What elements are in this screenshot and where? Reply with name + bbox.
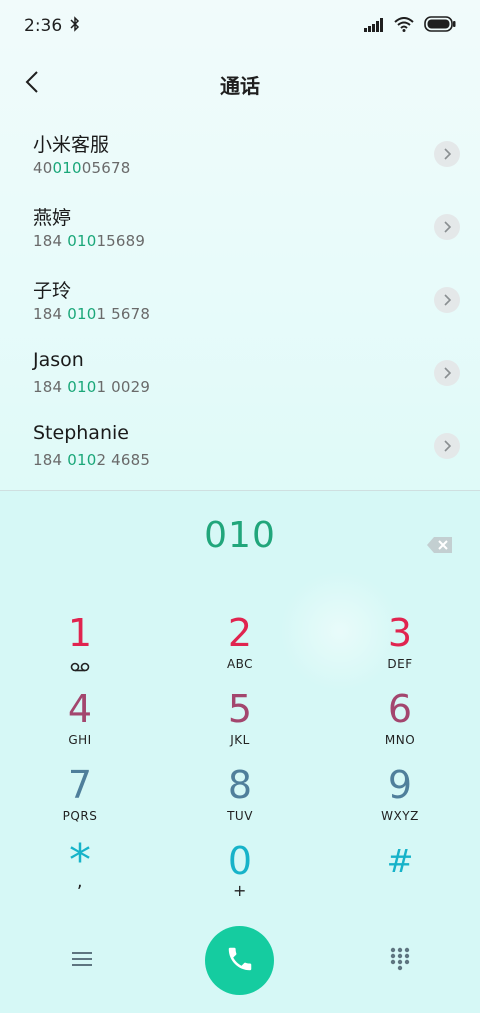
key-digit: 0 — [227, 839, 253, 883]
key-letters: JKL — [230, 733, 250, 747]
contact-number: 184 01015689 — [33, 232, 146, 250]
menu-icon — [72, 951, 92, 971]
key-letters: MNO — [384, 733, 416, 747]
key-digit: 9 — [387, 763, 413, 807]
key-letters: , — [76, 871, 84, 892]
contact-number: 184 0102 4685 — [33, 451, 151, 469]
key-digit: 5 — [227, 687, 253, 731]
contact-detail-button[interactable] — [434, 433, 460, 459]
key-letters: + — [233, 881, 247, 900]
key-4[interactable]: 4 GHI — [30, 687, 130, 757]
signal-icon — [364, 17, 384, 36]
contact-number: 184 0101 0029 — [33, 378, 151, 396]
key-star[interactable]: * , — [30, 839, 130, 909]
key-digit: 7 — [67, 763, 93, 807]
chevron-right-icon — [443, 291, 452, 310]
status-bar: 2:36 — [0, 0, 480, 52]
backspace-icon — [426, 537, 454, 559]
contact-row[interactable]: Jason 184 0101 0029 — [0, 337, 480, 410]
status-time: 2:36 — [24, 16, 63, 36]
key-hash[interactable]: # — [350, 839, 450, 909]
key-letters: PQRS — [62, 809, 98, 823]
contact-name: Jason — [33, 349, 84, 371]
voicemail-icon — [70, 657, 90, 676]
back-button[interactable] — [14, 66, 50, 102]
header: 通话 — [0, 56, 480, 112]
key-digit: 2 — [227, 611, 253, 655]
bluetooth-icon — [70, 15, 80, 37]
contact-suggestions: 小米客服 4001005678 燕婷 184 01015689 子玲 184 0… — [0, 118, 480, 490]
contact-name: 燕婷 — [33, 207, 72, 229]
dialpad: 010 1 2 ABC 3 DEF 4 GHI 5 JKL 6 MNO 7 PQ… — [0, 491, 480, 1013]
contact-row[interactable]: 燕婷 184 01015689 — [0, 191, 480, 264]
contact-row[interactable]: 小米客服 4001005678 — [0, 118, 480, 191]
key-digit: 8 — [227, 763, 253, 807]
menu-button[interactable] — [68, 947, 96, 975]
chevron-right-icon — [443, 437, 452, 456]
status-left: 2:36 — [24, 15, 80, 37]
contact-name: Stephanie — [33, 422, 129, 444]
contact-row[interactable]: 子玲 184 0101 5678 — [0, 264, 480, 337]
contact-number: 4001005678 — [33, 159, 131, 177]
contact-name: 子玲 — [33, 280, 72, 302]
key-9[interactable]: 9 WXYZ — [350, 763, 450, 833]
page-title: 通话 — [220, 73, 260, 98]
contact-name: 小米客服 — [33, 134, 110, 156]
contact-row[interactable]: Stephanie 184 0102 4685 — [0, 410, 480, 483]
key-7[interactable]: 7 PQRS — [30, 763, 130, 833]
chevron-right-icon — [443, 145, 452, 164]
keypad-toggle-button[interactable] — [386, 947, 414, 975]
key-digit: 3 — [387, 611, 413, 655]
contact-detail-button[interactable] — [434, 360, 460, 386]
chevron-left-icon — [24, 70, 40, 98]
key-1[interactable]: 1 — [30, 611, 130, 681]
key-6[interactable]: 6 MNO — [350, 687, 450, 757]
key-digit: 4 — [67, 687, 93, 731]
battery-icon — [424, 16, 456, 36]
key-letters: WXYZ — [381, 809, 419, 823]
contact-detail-button[interactable] — [434, 141, 460, 167]
key-5[interactable]: 5 JKL — [190, 687, 290, 757]
wifi-icon — [394, 16, 414, 36]
key-letters: DEF — [387, 657, 413, 671]
key-digit: 6 — [387, 687, 413, 731]
key-letters: TUV — [227, 809, 253, 823]
key-2[interactable]: 2 ABC — [190, 611, 290, 681]
key-letters: ABC — [226, 657, 254, 671]
key-8[interactable]: 8 TUV — [190, 763, 290, 833]
call-button[interactable] — [205, 926, 274, 995]
keypad-icon — [390, 947, 410, 975]
entered-number: 010 — [204, 515, 276, 556]
chevron-right-icon — [443, 218, 452, 237]
key-3[interactable]: 3 DEF — [350, 611, 450, 681]
backspace-button[interactable] — [426, 535, 454, 555]
contact-detail-button[interactable] — [434, 287, 460, 313]
key-digit: # — [386, 842, 414, 880]
key-digit: 1 — [67, 611, 93, 655]
phone-icon — [225, 944, 255, 978]
chevron-right-icon — [443, 364, 452, 383]
key-0[interactable]: 0 + — [190, 839, 290, 909]
contact-number: 184 0101 5678 — [33, 305, 151, 323]
status-right — [364, 16, 456, 36]
key-letters: GHI — [68, 733, 92, 747]
contact-detail-button[interactable] — [434, 214, 460, 240]
